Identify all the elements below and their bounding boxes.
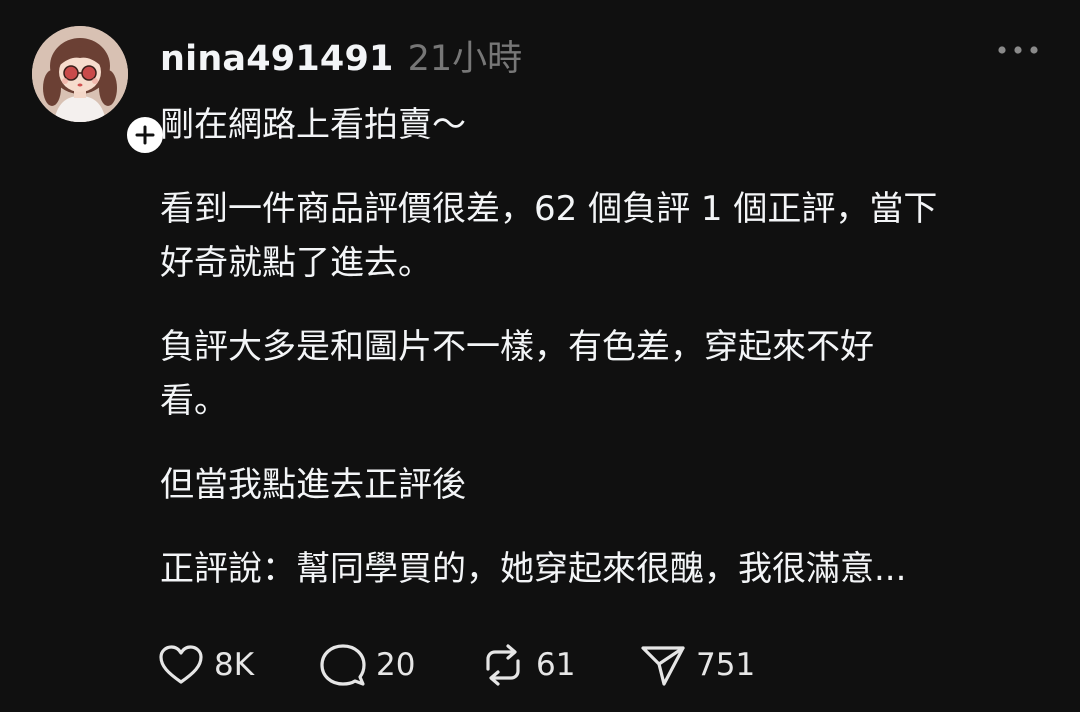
reply-count: 20 (376, 647, 416, 683)
thread-post: nina491491 21小時 剛在網路上看拍賣～ 看到一件商品評價很差，62 … (0, 0, 1080, 712)
like-count: 8K (214, 647, 255, 683)
share-button[interactable]: 751 (640, 643, 780, 687)
comment-icon (320, 644, 366, 686)
post-text-line: 但當我點進去正評後 (160, 465, 466, 505)
post-text-line: 剛在網路上看拍賣～ (160, 105, 466, 145)
heart-icon (159, 645, 203, 684)
author-avatar-container (32, 26, 168, 158)
post-timestamp: 21小時 (407, 39, 523, 79)
send-icon (641, 646, 685, 686)
repost-button[interactable]: 61 (480, 643, 640, 687)
post-body: 剛在網路上看拍賣～ 看到一件商品評價很差，62 個負評 1 個正評，當下 好奇就點… (160, 98, 1050, 626)
like-button[interactable]: 8K (158, 644, 320, 686)
post-paragraph: 正評說：幫同學買的，她穿起來很醜，我很滿意... (160, 542, 1050, 596)
post-text-line: 負評大多是和圖片不一樣，有色差，穿起來不好 (160, 327, 874, 367)
post-text-line: 好奇就點了進去。 (160, 243, 432, 283)
post-actions: 8K 20 61 751 (158, 640, 780, 690)
post-paragraph: 但當我點進去正評後 (160, 458, 1050, 512)
cartoon-girl-avatar-icon (32, 26, 128, 122)
more-options-button[interactable] (990, 30, 1046, 70)
share-count: 751 (696, 647, 756, 683)
post-paragraph: 剛在網路上看拍賣～ (160, 98, 1050, 152)
username-link[interactable]: nina491491 (160, 39, 394, 79)
more-horizontal-icon (998, 46, 1038, 54)
post-paragraph: 看到一件商品評價很差，62 個負評 1 個正評，當下 好奇就點了進去。 (160, 182, 1050, 290)
plus-icon (135, 125, 155, 145)
avatar[interactable] (32, 26, 128, 122)
post-paragraph: 負評大多是和圖片不一樣，有色差，穿起來不好 看。 (160, 320, 1050, 428)
post-text-line: 正評說：幫同學買的，她穿起來很醜，我很滿意... (160, 549, 907, 589)
repost-icon (486, 644, 520, 686)
post-text-line: 看到一件商品評價很差，62 個負評 1 個正評，當下 (160, 189, 938, 229)
repost-count: 61 (536, 647, 576, 683)
reply-button[interactable]: 20 (320, 643, 480, 687)
post-header: nina491491 21小時 (160, 30, 522, 79)
post-text-line: 看。 (160, 381, 228, 421)
